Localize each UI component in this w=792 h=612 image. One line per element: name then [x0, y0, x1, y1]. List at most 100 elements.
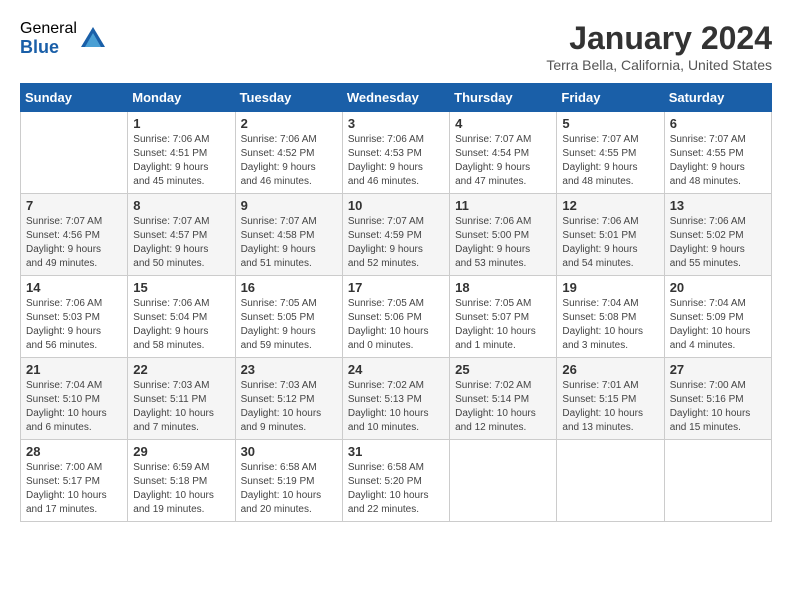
day-info: Sunrise: 7:07 AM Sunset: 4:55 PM Dayligh…: [670, 133, 766, 189]
location: Terra Bella, California, United States: [546, 57, 772, 73]
day-info: Sunrise: 7:05 AM Sunset: 5:06 PM Dayligh…: [348, 297, 444, 353]
calendar-cell: 9 Sunrise: 7:07 AM Sunset: 4:58 PM Daylig…: [235, 194, 342, 276]
weekday-header-sunday: Sunday: [21, 84, 128, 112]
day-info: Sunrise: 7:01 AM Sunset: 5:15 PM Dayligh…: [562, 379, 658, 435]
day-number: 4: [455, 116, 551, 131]
calendar-cell: 29 Sunrise: 6:59 AM Sunset: 5:18 PM Dayli…: [128, 440, 235, 522]
day-info: Sunrise: 7:06 AM Sunset: 4:53 PM Dayligh…: [348, 133, 444, 189]
calendar-week-row: 28 Sunrise: 7:00 AM Sunset: 5:17 PM Dayli…: [21, 440, 772, 522]
day-number: 2: [241, 116, 337, 131]
day-info: Sunrise: 7:07 AM Sunset: 4:58 PM Dayligh…: [241, 215, 337, 271]
title-section: January 2024 Terra Bella, California, Un…: [546, 20, 772, 73]
day-info: Sunrise: 7:06 AM Sunset: 4:51 PM Dayligh…: [133, 133, 229, 189]
day-number: 31: [348, 444, 444, 459]
day-info: Sunrise: 7:04 AM Sunset: 5:08 PM Dayligh…: [562, 297, 658, 353]
day-info: Sunrise: 7:02 AM Sunset: 5:13 PM Dayligh…: [348, 379, 444, 435]
day-number: 23: [241, 362, 337, 377]
weekday-header-row: SundayMondayTuesdayWednesdayThursdayFrid…: [21, 84, 772, 112]
day-number: 9: [241, 198, 337, 213]
day-number: 10: [348, 198, 444, 213]
day-info: Sunrise: 7:06 AM Sunset: 5:01 PM Dayligh…: [562, 215, 658, 271]
calendar-cell: 26 Sunrise: 7:01 AM Sunset: 5:15 PM Dayli…: [557, 358, 664, 440]
day-info: Sunrise: 7:06 AM Sunset: 4:52 PM Dayligh…: [241, 133, 337, 189]
logo-general: General: [20, 20, 77, 38]
calendar-cell: 13Sunrise: 7:06 AM Sunset: 5:02 PM Dayli…: [664, 194, 771, 276]
page-header: General Blue January 2024 Terra Bella, C…: [20, 20, 772, 73]
day-number: 17: [348, 280, 444, 295]
day-info: Sunrise: 7:05 AM Sunset: 5:07 PM Dayligh…: [455, 297, 551, 353]
day-number: 13: [670, 198, 766, 213]
day-info: Sunrise: 7:03 AM Sunset: 5:12 PM Dayligh…: [241, 379, 337, 435]
day-info: Sunrise: 7:02 AM Sunset: 5:14 PM Dayligh…: [455, 379, 551, 435]
weekday-header-monday: Monday: [128, 84, 235, 112]
calendar-cell: 16Sunrise: 7:05 AM Sunset: 5:05 PM Dayli…: [235, 276, 342, 358]
logo-icon: [79, 25, 107, 53]
calendar-cell: 18 Sunrise: 7:05 AM Sunset: 5:07 PM Dayli…: [450, 276, 557, 358]
calendar-cell: 20 Sunrise: 7:04 AM Sunset: 5:09 PM Dayli…: [664, 276, 771, 358]
calendar-cell: [450, 440, 557, 522]
calendar-cell: [664, 440, 771, 522]
day-number: 15: [133, 280, 229, 295]
day-number: 1: [133, 116, 229, 131]
calendar-cell: 15 Sunrise: 7:06 AM Sunset: 5:04 PM Dayli…: [128, 276, 235, 358]
calendar-cell: 1 Sunrise: 7:06 AM Sunset: 4:51 PM Daylig…: [128, 112, 235, 194]
calendar-cell: 4 Sunrise: 7:07 AM Sunset: 4:54 PM Daylig…: [450, 112, 557, 194]
calendar-cell: 31Sunrise: 6:58 AM Sunset: 5:20 PM Dayli…: [342, 440, 449, 522]
calendar-cell: 11 Sunrise: 7:06 AM Sunset: 5:00 PM Dayli…: [450, 194, 557, 276]
calendar-week-row: 1 Sunrise: 7:06 AM Sunset: 4:51 PM Daylig…: [21, 112, 772, 194]
day-number: 8: [133, 198, 229, 213]
day-number: 12: [562, 198, 658, 213]
weekday-header-tuesday: Tuesday: [235, 84, 342, 112]
day-info: Sunrise: 7:06 AM Sunset: 5:04 PM Dayligh…: [133, 297, 229, 353]
calendar-cell: 3 Sunrise: 7:06 AM Sunset: 4:53 PM Daylig…: [342, 112, 449, 194]
calendar-cell: 30 Sunrise: 6:58 AM Sunset: 5:19 PM Dayli…: [235, 440, 342, 522]
calendar-cell: 7Sunrise: 7:07 AM Sunset: 4:56 PM Daylig…: [21, 194, 128, 276]
day-number: 18: [455, 280, 551, 295]
day-number: 27: [670, 362, 766, 377]
calendar-cell: 23 Sunrise: 7:03 AM Sunset: 5:12 PM Dayli…: [235, 358, 342, 440]
day-number: 29: [133, 444, 229, 459]
day-number: 7: [26, 198, 122, 213]
day-number: 20: [670, 280, 766, 295]
calendar-cell: 25 Sunrise: 7:02 AM Sunset: 5:14 PM Dayli…: [450, 358, 557, 440]
weekday-header-friday: Friday: [557, 84, 664, 112]
calendar-cell: 22 Sunrise: 7:03 AM Sunset: 5:11 PM Dayli…: [128, 358, 235, 440]
day-info: Sunrise: 7:04 AM Sunset: 5:10 PM Dayligh…: [26, 379, 122, 435]
day-info: Sunrise: 6:59 AM Sunset: 5:18 PM Dayligh…: [133, 461, 229, 517]
day-info: Sunrise: 7:00 AM Sunset: 5:17 PM Dayligh…: [26, 461, 122, 517]
day-number: 24: [348, 362, 444, 377]
day-number: 14: [26, 280, 122, 295]
calendar-week-row: 14 Sunrise: 7:06 AM Sunset: 5:03 PM Dayli…: [21, 276, 772, 358]
day-number: 16: [241, 280, 337, 295]
day-info: Sunrise: 7:03 AM Sunset: 5:11 PM Dayligh…: [133, 379, 229, 435]
calendar-cell: 28 Sunrise: 7:00 AM Sunset: 5:17 PM Dayli…: [21, 440, 128, 522]
calendar-cell: 24 Sunrise: 7:02 AM Sunset: 5:13 PM Dayli…: [342, 358, 449, 440]
calendar-week-row: 7Sunrise: 7:07 AM Sunset: 4:56 PM Daylig…: [21, 194, 772, 276]
day-info: Sunrise: 7:06 AM Sunset: 5:00 PM Dayligh…: [455, 215, 551, 271]
weekday-header-saturday: Saturday: [664, 84, 771, 112]
day-number: 28: [26, 444, 122, 459]
calendar-cell: 19Sunrise: 7:04 AM Sunset: 5:08 PM Dayli…: [557, 276, 664, 358]
day-info: Sunrise: 7:07 AM Sunset: 4:57 PM Dayligh…: [133, 215, 229, 271]
calendar-cell: 8 Sunrise: 7:07 AM Sunset: 4:57 PM Daylig…: [128, 194, 235, 276]
calendar-cell: [21, 112, 128, 194]
day-number: 3: [348, 116, 444, 131]
day-number: 30: [241, 444, 337, 459]
day-info: Sunrise: 7:00 AM Sunset: 5:16 PM Dayligh…: [670, 379, 766, 435]
day-info: Sunrise: 7:04 AM Sunset: 5:09 PM Dayligh…: [670, 297, 766, 353]
day-number: 6: [670, 116, 766, 131]
day-number: 21: [26, 362, 122, 377]
calendar-week-row: 21 Sunrise: 7:04 AM Sunset: 5:10 PM Dayli…: [21, 358, 772, 440]
day-info: Sunrise: 7:06 AM Sunset: 5:03 PM Dayligh…: [26, 297, 122, 353]
month-title: January 2024: [546, 20, 772, 57]
calendar-table: SundayMondayTuesdayWednesdayThursdayFrid…: [20, 83, 772, 522]
calendar-cell: 10Sunrise: 7:07 AM Sunset: 4:59 PM Dayli…: [342, 194, 449, 276]
day-info: Sunrise: 7:07 AM Sunset: 4:54 PM Dayligh…: [455, 133, 551, 189]
calendar-cell: 14 Sunrise: 7:06 AM Sunset: 5:03 PM Dayli…: [21, 276, 128, 358]
day-number: 11: [455, 198, 551, 213]
day-number: 22: [133, 362, 229, 377]
day-number: 25: [455, 362, 551, 377]
day-number: 26: [562, 362, 658, 377]
day-info: Sunrise: 6:58 AM Sunset: 5:19 PM Dayligh…: [241, 461, 337, 517]
calendar-cell: 21 Sunrise: 7:04 AM Sunset: 5:10 PM Dayli…: [21, 358, 128, 440]
